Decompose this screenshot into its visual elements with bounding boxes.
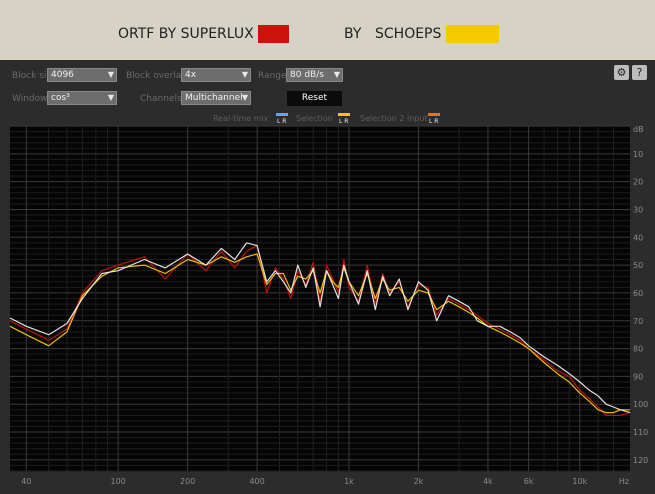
y-tick-label: 90 — [633, 372, 643, 381]
x-tick-label: 400 — [249, 477, 264, 486]
x-tick-label: 2k — [414, 477, 424, 486]
x-tick-label: 6k — [524, 477, 534, 486]
y-tick-label: 60 — [633, 289, 643, 298]
y-tick-label: 80 — [633, 345, 643, 354]
y-tick-label: 30 — [633, 205, 643, 214]
y-tick-label: 70 — [633, 317, 643, 326]
x-tick-label: 100 — [111, 477, 126, 486]
x-tick-label: 40 — [21, 477, 31, 486]
y-tick-label: 20 — [633, 178, 643, 187]
spectrum-chart[interactable]: 40 100 200 400 1k 2k 4k 6k 10k Hz dB 10 20 30 40 50 60 70… — [0, 0, 655, 494]
y-axis-unit: dB — [633, 125, 644, 134]
x-axis-unit: Hz — [619, 477, 629, 486]
y-tick-label: 120 — [633, 456, 648, 465]
y-tick-label: 100 — [633, 400, 648, 409]
y-tick-label: 40 — [633, 233, 643, 242]
y-tick-label: 10 — [633, 150, 643, 159]
x-tick-label: 10k — [572, 477, 587, 486]
x-tick-label: 200 — [180, 477, 195, 486]
y-tick-label: 50 — [633, 261, 643, 270]
x-tick-label: 1k — [344, 477, 354, 486]
x-tick-label: 4k — [483, 477, 493, 486]
y-tick-label: 110 — [633, 428, 648, 437]
